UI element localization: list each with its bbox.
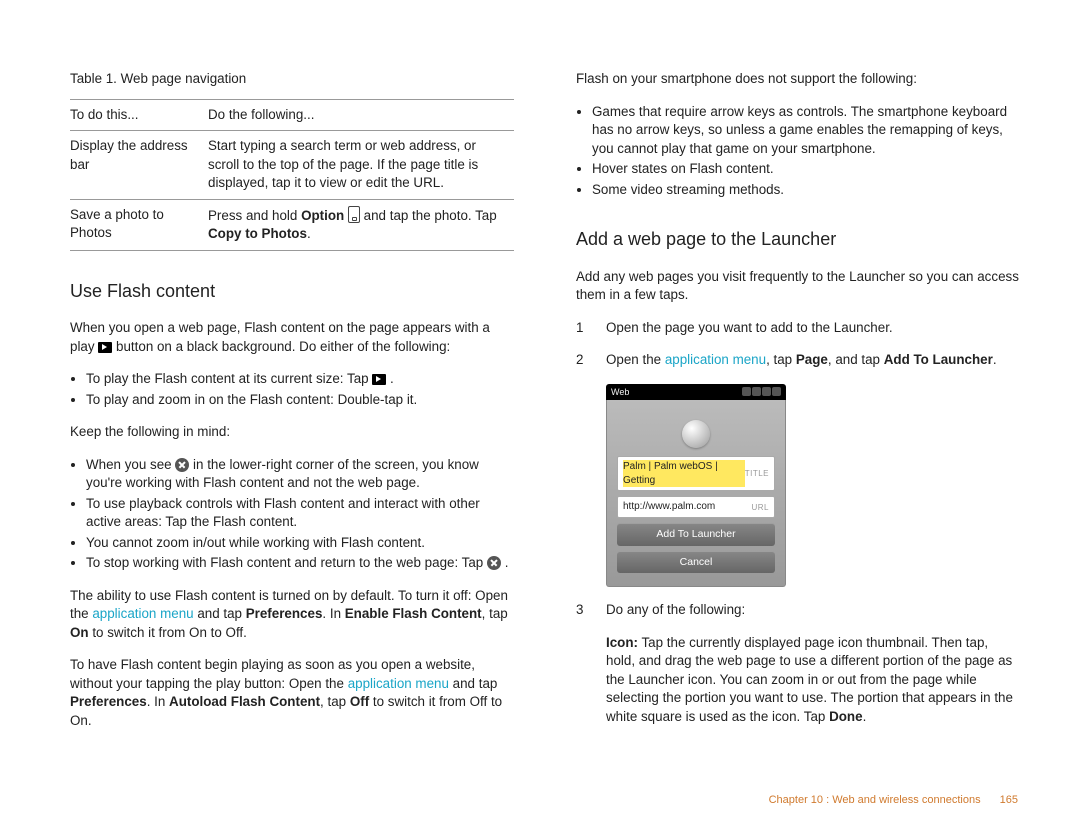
hp-logo-icon [682, 420, 710, 448]
list-item: To stop working with Flash content and r… [86, 554, 514, 573]
table-row: Save a photo to Photos Press and hold Op… [70, 199, 514, 250]
body-text: Flash on your smartphone does not suppor… [576, 70, 1020, 89]
title-field: Palm | Palm webOS | Getting TITLE [617, 456, 775, 492]
list-item: You cannot zoom in/out while working wit… [86, 534, 514, 553]
body-text: To have Flash content begin playing as s… [70, 656, 514, 730]
chapter-label: Chapter 10 : Web and wireless connection… [769, 794, 981, 806]
screenshot-add-to-launcher: Web Palm | Palm webOS | Getting TITLE ht… [606, 384, 786, 587]
list-item: To play and zoom in on the Flash content… [86, 391, 514, 410]
left-column: Table 1. Web page navigation To do this.… [70, 70, 514, 754]
body-text: When you open a web page, Flash content … [70, 319, 514, 356]
step-item: 3 Do any of the following: Icon: Tap the… [576, 601, 1020, 740]
table-row: Display the address bar Start typing a s… [70, 131, 514, 200]
step-item: 2 Open the application menu, tap Page, a… [576, 351, 1020, 370]
list-item: When you see in the lower-right corner o… [86, 456, 514, 493]
list-item: To use playback controls with Flash cont… [86, 495, 514, 532]
body-text: Keep the following in mind: [70, 423, 514, 442]
application-menu-link[interactable]: application menu [348, 676, 449, 691]
right-column: Flash on your smartphone does not suppor… [576, 70, 1020, 754]
bullet-list: Games that require arrow keys as control… [576, 103, 1020, 200]
table-header-1: To do this... [70, 99, 208, 131]
table-header-2: Do the following... [208, 99, 514, 131]
application-menu-link[interactable]: application menu [665, 352, 766, 367]
list-item: To play the Flash content at its current… [86, 370, 514, 389]
numbered-steps: 3 Do any of the following: Icon: Tap the… [576, 601, 1020, 740]
option-key-icon [348, 206, 360, 223]
table-caption: Table 1. Web page navigation [70, 70, 514, 89]
bullet-list: When you see in the lower-right corner o… [70, 456, 514, 573]
page-footer: Chapter 10 : Web and wireless connection… [769, 793, 1018, 808]
add-to-launcher-button: Add To Launcher [617, 523, 775, 545]
body-text: Add any web pages you visit frequently t… [576, 268, 1020, 305]
heading-add-launcher: Add a web page to the Launcher [576, 227, 1020, 252]
application-menu-link[interactable]: application menu [92, 606, 193, 621]
step-item: 1 Open the page you want to add to the L… [576, 319, 1020, 338]
screenshot-status-bar: Web [606, 384, 786, 400]
url-field: http://www.palm.com URL [617, 496, 775, 518]
page-number: 165 [1000, 794, 1018, 806]
cancel-button: Cancel [617, 551, 775, 573]
play-icon [98, 342, 112, 353]
close-x-icon [487, 556, 501, 570]
list-item: Games that require arrow keys as control… [592, 103, 1020, 159]
list-item: Some video streaming methods. [592, 181, 1020, 200]
body-text: The ability to use Flash content is turn… [70, 587, 514, 643]
navigation-table: To do this... Do the following... Displa… [70, 99, 514, 251]
status-indicators [742, 387, 781, 396]
play-icon [372, 374, 386, 385]
numbered-steps: 1 Open the page you want to add to the L… [576, 319, 1020, 370]
heading-flash: Use Flash content [70, 279, 514, 304]
bullet-list: To play the Flash content at its current… [70, 370, 514, 409]
close-x-icon [175, 458, 189, 472]
list-item: Hover states on Flash content. [592, 160, 1020, 179]
